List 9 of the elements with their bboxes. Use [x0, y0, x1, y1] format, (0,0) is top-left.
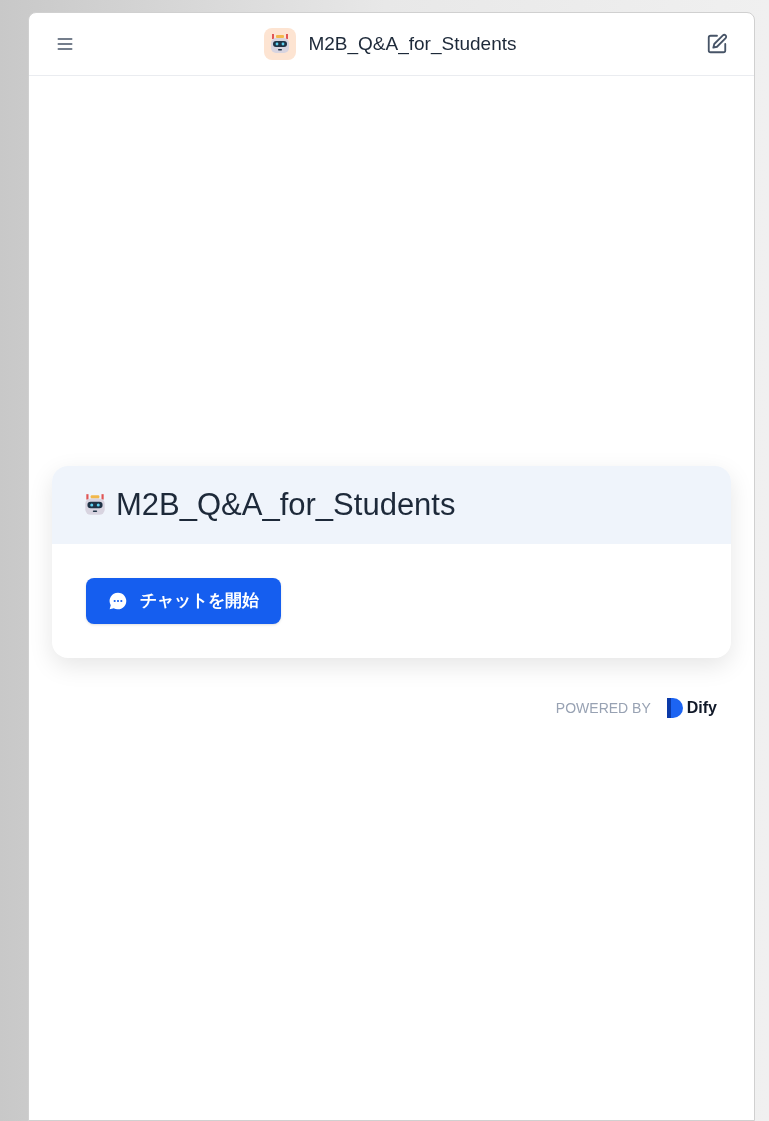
- start-chat-button[interactable]: チャットを開始: [86, 578, 281, 624]
- brand-name: Dify: [686, 698, 717, 718]
- chat-bubble-icon: [108, 591, 128, 611]
- app-title: M2B_Q&A_for_Students: [308, 31, 517, 57]
- edit-icon[interactable]: [706, 33, 728, 55]
- logo-icon: [666, 698, 683, 718]
- robot-icon: [82, 492, 108, 518]
- card-title: M2B_Q&A_for_Students: [116, 485, 456, 524]
- powered-by-label: POWERED BY: [555, 698, 651, 718]
